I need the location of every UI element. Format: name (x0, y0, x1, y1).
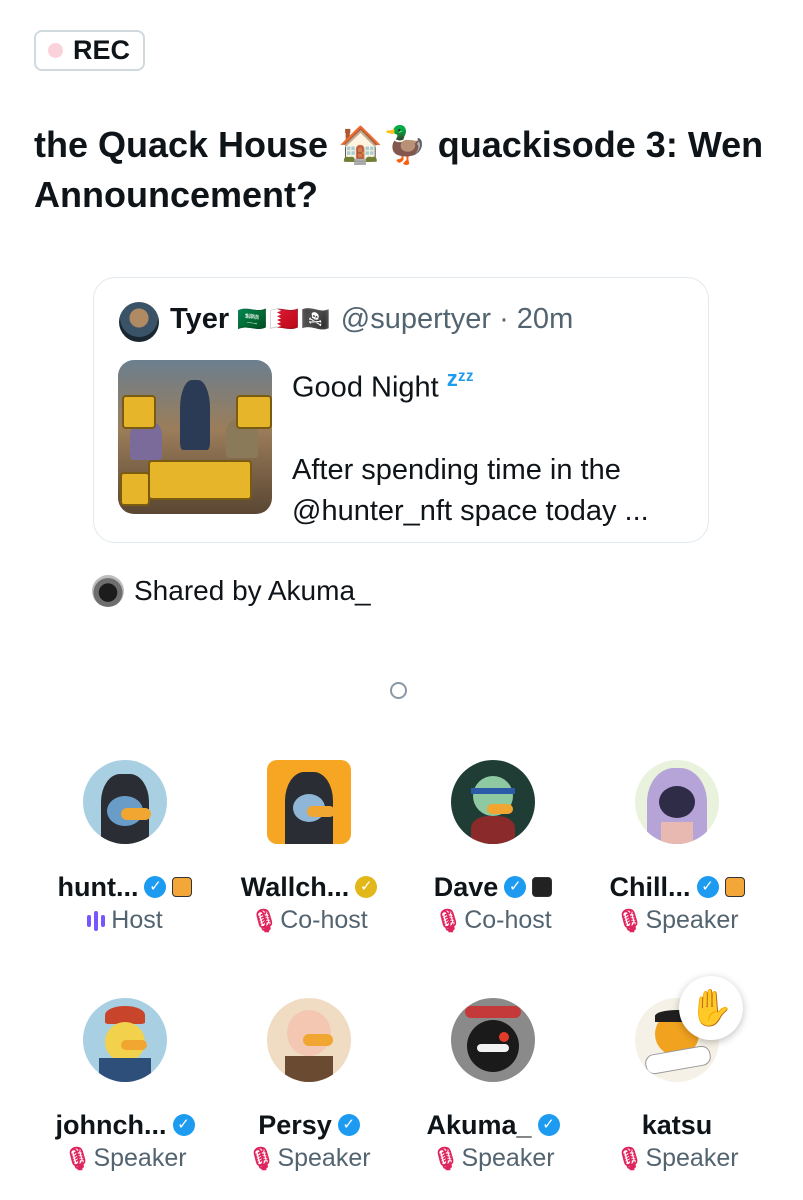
recording-badge: REC (34, 30, 145, 71)
participant-role: Host (111, 906, 163, 934)
participant-avatar[interactable] (451, 760, 535, 844)
verified-badge-icon: ✓ (537, 1114, 560, 1136)
verified-badge-icon: ✓ (696, 876, 719, 898)
mic-off-icon: 🎙 (250, 907, 279, 933)
participant-dave[interactable]: Dave ✓ 🎙 Co-host (393, 760, 593, 935)
participant-hunter[interactable]: hunt... ✓ Host (25, 760, 225, 935)
mic-off-icon: 🎙 (615, 907, 644, 933)
participant-role: Co-host (280, 906, 368, 934)
shared-by-avatar (92, 575, 124, 607)
participant-wallchain[interactable]: Wallch... ✓ 🎙 Co-host (209, 760, 409, 935)
loading-spinner-icon (390, 682, 407, 699)
mic-off-icon: 🎙 (247, 1145, 276, 1171)
participant-avatar[interactable] (267, 998, 351, 1082)
tweet-line-2: After spending time in the (292, 453, 621, 486)
tweet-author-handle: @supertyer (340, 303, 492, 335)
participant-name: Chill... (609, 871, 691, 902)
space-title: the Quack House 🏠🦆 quackisode 3: Wen Ann… (34, 124, 764, 215)
verified-badge-icon: ✓ (355, 876, 378, 898)
participant-akuma[interactable]: Akuma_ ✓ 🎙 Speaker (393, 998, 593, 1173)
participant-chill[interactable]: Chill... ✓ 🎙 Speaker (577, 760, 777, 935)
verified-badge-icon: ✓ (172, 1114, 195, 1136)
tweet-line-1: Good Night (292, 371, 439, 404)
verified-badge-icon: ✓ (144, 876, 167, 898)
tweet-author-avatar[interactable] (119, 302, 159, 342)
mic-off-icon: 🎙 (431, 1145, 460, 1171)
participant-name: Persy (258, 1109, 332, 1140)
participant-name: katsu (641, 1109, 713, 1140)
participant-role: Speaker (645, 1144, 739, 1172)
participant-katsu[interactable]: katsu 🎙 Speaker (577, 998, 777, 1173)
mic-off-icon: 🎙 (434, 907, 463, 933)
participant-role: Speaker (645, 906, 739, 934)
mic-off-icon: 🎙 (615, 1145, 644, 1171)
tweet-time: · 20m (499, 303, 574, 335)
tweet-header: Tyer 🇸🇦🇧🇭🏴‍☠️ @supertyer · 20m (170, 303, 573, 336)
participant-name: johnch... (55, 1109, 167, 1140)
affiliate-badge-icon (532, 877, 553, 897)
tweet-line-3: @hunter_nft space today ... (292, 494, 649, 527)
participant-johnch[interactable]: johnch... ✓ 🎙 Speaker (25, 998, 225, 1173)
verified-badge-icon: ✓ (337, 1114, 360, 1136)
tweet-author-flags: 🇸🇦🇧🇭🏴‍☠️ (237, 306, 333, 333)
participant-persy[interactable]: Persy ✓ 🎙 Speaker (209, 998, 409, 1173)
affiliate-badge-icon (172, 877, 193, 897)
participant-avatar[interactable] (83, 998, 167, 1082)
participant-avatar[interactable] (451, 998, 535, 1082)
participant-avatar[interactable] (635, 760, 719, 844)
recording-dot-icon (48, 43, 63, 58)
affiliate-badge-icon (724, 877, 745, 897)
participant-name: hunt... (57, 871, 139, 902)
audio-bars-icon (87, 910, 106, 931)
tweet-author-name[interactable]: Tyer (170, 303, 229, 336)
mic-off-icon: 🎙 (63, 1145, 92, 1171)
tweet-image[interactable] (118, 360, 272, 514)
shared-by-label: Shared by Akuma_ (134, 575, 371, 606)
participant-name: Akuma_ (426, 1109, 532, 1140)
participant-avatar[interactable] (267, 760, 351, 844)
shared-by-row[interactable]: Shared by Akuma_ (92, 575, 371, 607)
zzz-icon: zᶻᶻ (446, 366, 474, 391)
participant-role: Co-host (464, 906, 552, 934)
participant-role: Speaker (461, 1144, 555, 1172)
participant-avatar[interactable] (83, 760, 167, 844)
pinned-tweet-card[interactable]: Tyer 🇸🇦🇧🇭🏴‍☠️ @supertyer · 20m Good Nigh… (93, 277, 709, 543)
raised-hand-icon: ✋ (679, 976, 743, 1040)
participant-role: Speaker (277, 1144, 371, 1172)
participant-name: Wallch... (240, 871, 350, 902)
recording-label: REC (73, 35, 131, 65)
participant-name: Dave (433, 871, 499, 902)
participant-role: Speaker (93, 1144, 187, 1172)
tweet-text: Good Night zᶻᶻ After spending time in th… (292, 358, 692, 532)
verified-badge-icon: ✓ (504, 876, 527, 898)
